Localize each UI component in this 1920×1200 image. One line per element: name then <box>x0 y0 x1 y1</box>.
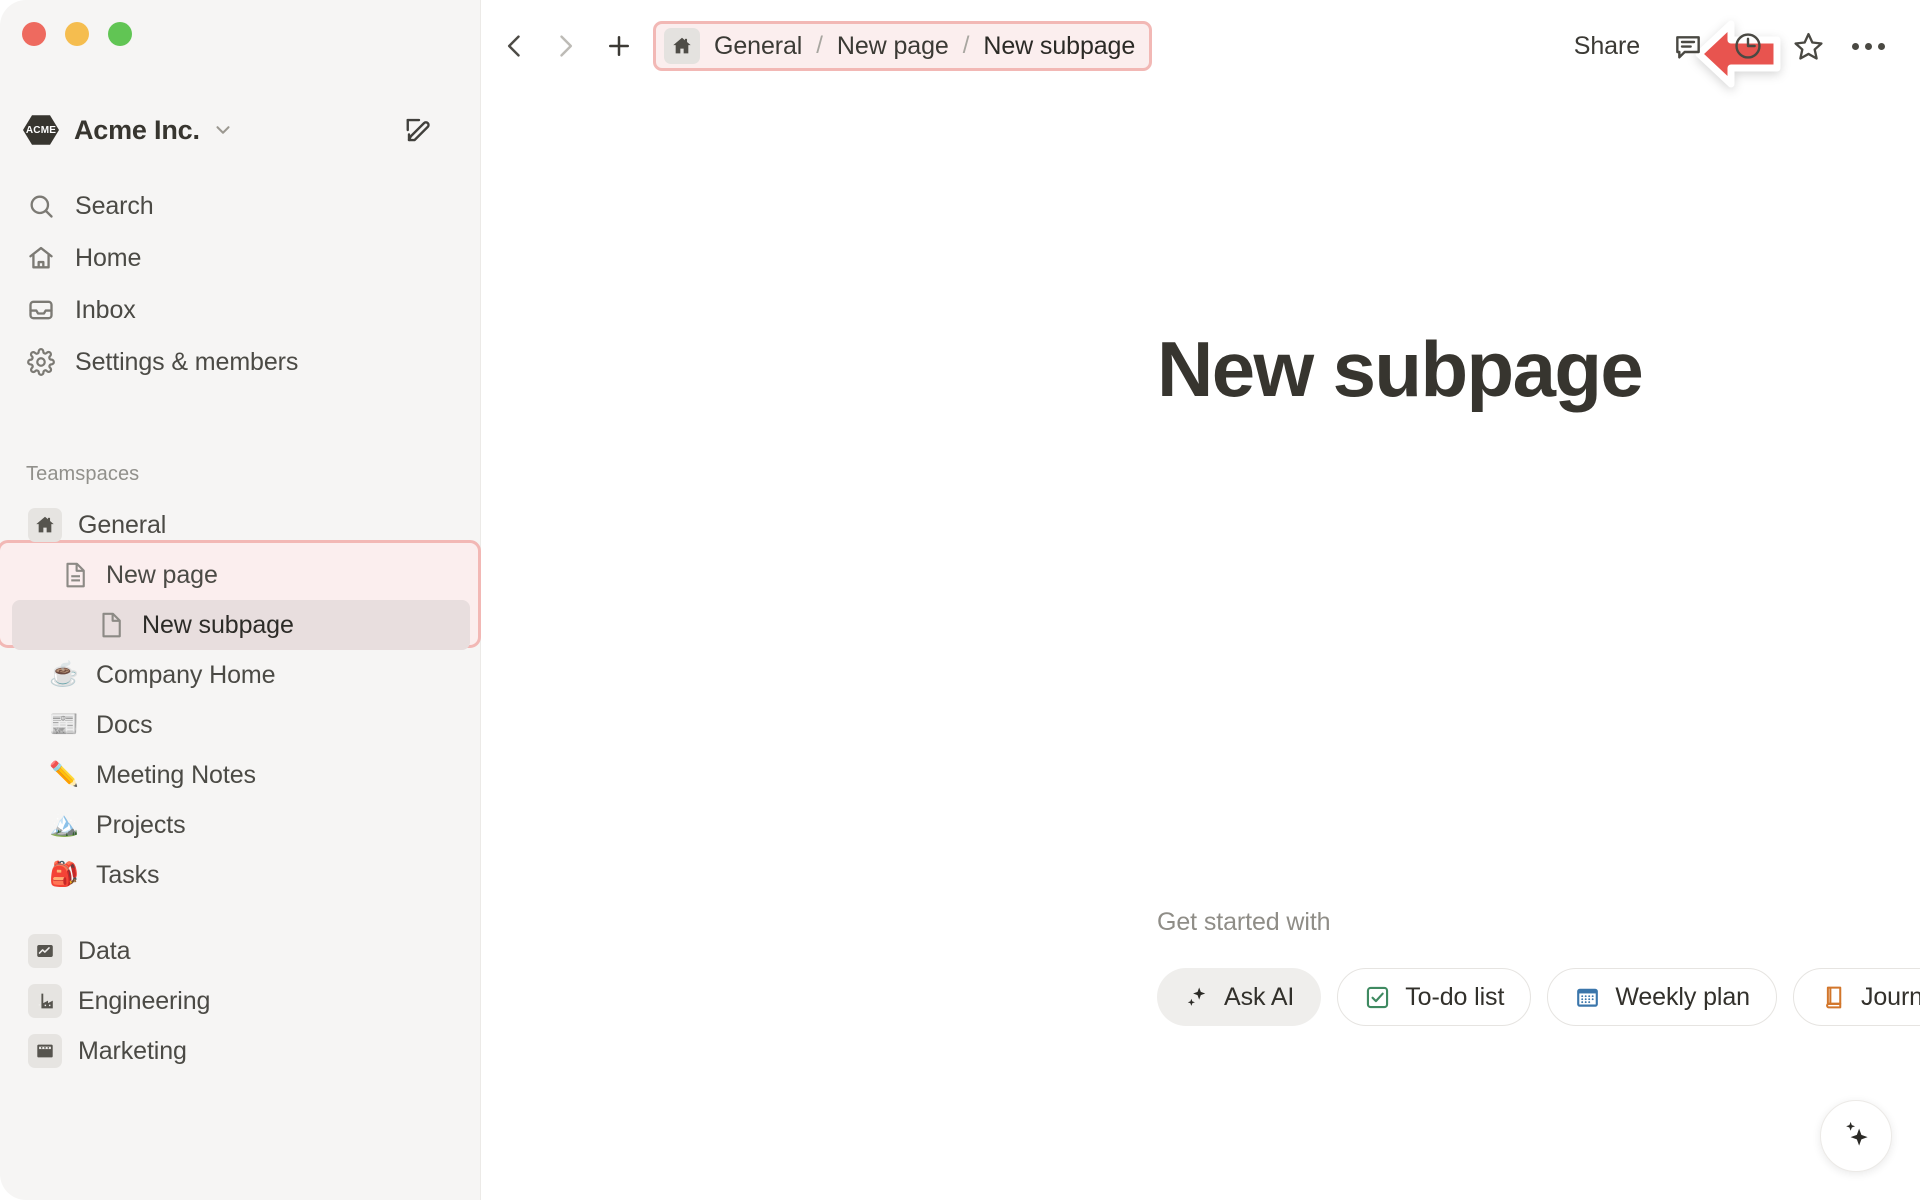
sidebar-item-label: Tasks <box>96 860 160 889</box>
chip-journal[interactable]: Journal <box>1792 968 1920 1026</box>
sidebar-item-label: Settings & members <box>75 347 299 376</box>
sidebar-item-home[interactable]: Home <box>0 232 480 284</box>
chip-weekly-plan[interactable]: Weekly plan <box>1547 968 1777 1026</box>
chip-label: Ask AI <box>1224 982 1295 1011</box>
sidebar-nav: Search Home Inbox Settings & members <box>0 180 480 388</box>
workspace-header[interactable]: ACME Acme Inc. <box>22 107 458 153</box>
sidebar-item-label: Docs <box>96 710 153 739</box>
home-icon <box>27 244 61 272</box>
billboard-icon <box>28 1034 62 1068</box>
sidebar-item-company-home[interactable]: ☕ Company Home <box>0 650 480 700</box>
sparkles-icon <box>1839 1117 1873 1156</box>
breadcrumb-item-new-subpage[interactable]: New subpage <box>981 32 1137 61</box>
sidebar-item-data[interactable]: Data <box>0 926 480 976</box>
house-icon <box>28 508 62 542</box>
sidebar-page-tree: General New page New subpage ☕ Company H… <box>0 500 480 1076</box>
sidebar-item-label: Projects <box>96 810 186 839</box>
breadcrumb-separator: / <box>816 32 823 59</box>
minimize-button[interactable] <box>65 22 89 46</box>
plus-icon[interactable] <box>601 28 637 64</box>
chevron-right-icon[interactable] <box>547 28 583 64</box>
chevron-left-icon[interactable] <box>497 28 533 64</box>
sidebar-item-meeting-notes[interactable]: ✏️ Meeting Notes <box>0 750 480 800</box>
sidebar-item-label: Search <box>75 191 154 220</box>
compose-icon[interactable] <box>404 115 434 145</box>
close-button[interactable] <box>22 22 46 46</box>
sidebar-item-docs[interactable]: 📰 Docs <box>0 700 480 750</box>
page-icon <box>60 560 90 590</box>
sidebar-item-label: Company Home <box>96 660 276 689</box>
sidebar-item-label: New page <box>106 560 218 589</box>
sidebar-item-projects[interactable]: 🏔️ Projects <box>0 800 480 850</box>
sidebar: ACME Acme Inc. Search Home Inbox Setting… <box>0 0 481 1200</box>
factory-icon <box>28 984 62 1018</box>
book-icon <box>1820 984 1847 1011</box>
sidebar-item-label: New subpage <box>142 610 294 639</box>
main-content: General / New page / New subpage Share N… <box>481 0 1920 1200</box>
sparkle-icon <box>1184 984 1210 1010</box>
page-title[interactable]: New subpage <box>1157 330 1644 408</box>
sidebar-item-label: Inbox <box>75 295 136 324</box>
topbar-actions: Share <box>1556 0 1898 92</box>
teamspaces-section-label: Teamspaces <box>26 463 140 485</box>
sidebar-item-label: Engineering <box>78 986 211 1015</box>
breadcrumb-item-new-page[interactable]: New page <box>835 32 951 61</box>
ai-assistant-button[interactable] <box>1820 1100 1892 1172</box>
sidebar-item-new-subpage[interactable]: New subpage <box>12 600 470 650</box>
chip-label: Journal <box>1860 982 1920 1011</box>
page-blank-icon <box>96 610 126 640</box>
workspace-logo-text: ACME <box>25 124 57 136</box>
backpack-emoji-icon: 🎒 <box>49 861 79 888</box>
get-started-chips: Ask AI To-do list Weekly plan Journal <box>1157 968 1920 1026</box>
newspaper-emoji-icon: 📰 <box>49 711 79 738</box>
chevron-down-icon[interactable] <box>212 119 234 141</box>
get-started-label: Get started with <box>1157 908 1331 936</box>
sidebar-item-settings[interactable]: Settings & members <box>0 336 480 388</box>
search-icon <box>27 192 61 220</box>
chip-label: To-do list <box>1405 982 1505 1011</box>
chart-icon <box>28 934 62 968</box>
sidebar-item-inbox[interactable]: Inbox <box>0 284 480 336</box>
pencil-emoji-icon: ✏️ <box>49 761 79 788</box>
chip-todo-list[interactable]: To-do list <box>1337 968 1532 1026</box>
workspace-logo: ACME <box>22 111 60 149</box>
chip-ask-ai[interactable]: Ask AI <box>1157 968 1322 1026</box>
mountain-emoji-icon: 🏔️ <box>49 811 79 838</box>
sidebar-item-label: Marketing <box>78 1036 187 1065</box>
more-options-icon[interactable] <box>1838 21 1898 71</box>
star-icon[interactable] <box>1778 21 1838 71</box>
gear-icon <box>27 348 61 376</box>
calendar-icon <box>1574 984 1601 1011</box>
window-traffic-lights <box>22 22 132 46</box>
history-icon[interactable] <box>1718 21 1778 71</box>
app-window: ACME Acme Inc. Search Home Inbox Setting… <box>0 0 1920 1200</box>
sidebar-item-label: General <box>78 510 167 539</box>
sidebar-item-engineering[interactable]: Engineering <box>0 976 480 1026</box>
sidebar-item-label: Data <box>78 936 131 965</box>
breadcrumb[interactable]: General / New page / New subpage <box>653 21 1153 71</box>
house-icon[interactable] <box>664 28 700 64</box>
breadcrumb-item-general[interactable]: General <box>712 32 804 61</box>
chip-label: Weekly plan <box>1615 982 1750 1011</box>
sidebar-item-general[interactable]: General <box>0 500 480 550</box>
checkbox-icon <box>1364 984 1391 1011</box>
sidebar-item-label: Meeting Notes <box>96 760 256 789</box>
sidebar-item-tasks[interactable]: 🎒 Tasks <box>0 850 480 900</box>
inbox-icon <box>27 296 61 324</box>
sidebar-item-label: Home <box>75 243 142 272</box>
topbar: General / New page / New subpage Share <box>481 0 1920 92</box>
maximize-button[interactable] <box>108 22 132 46</box>
coffee-emoji-icon: ☕ <box>49 661 79 688</box>
comment-icon[interactable] <box>1658 21 1718 71</box>
sidebar-item-search[interactable]: Search <box>0 180 480 232</box>
share-button[interactable]: Share <box>1556 32 1658 61</box>
sidebar-item-marketing[interactable]: Marketing <box>0 1026 480 1076</box>
sidebar-item-new-page[interactable]: New page <box>0 550 480 600</box>
workspace-name: Acme Inc. <box>74 114 200 145</box>
breadcrumb-separator: / <box>962 32 970 59</box>
